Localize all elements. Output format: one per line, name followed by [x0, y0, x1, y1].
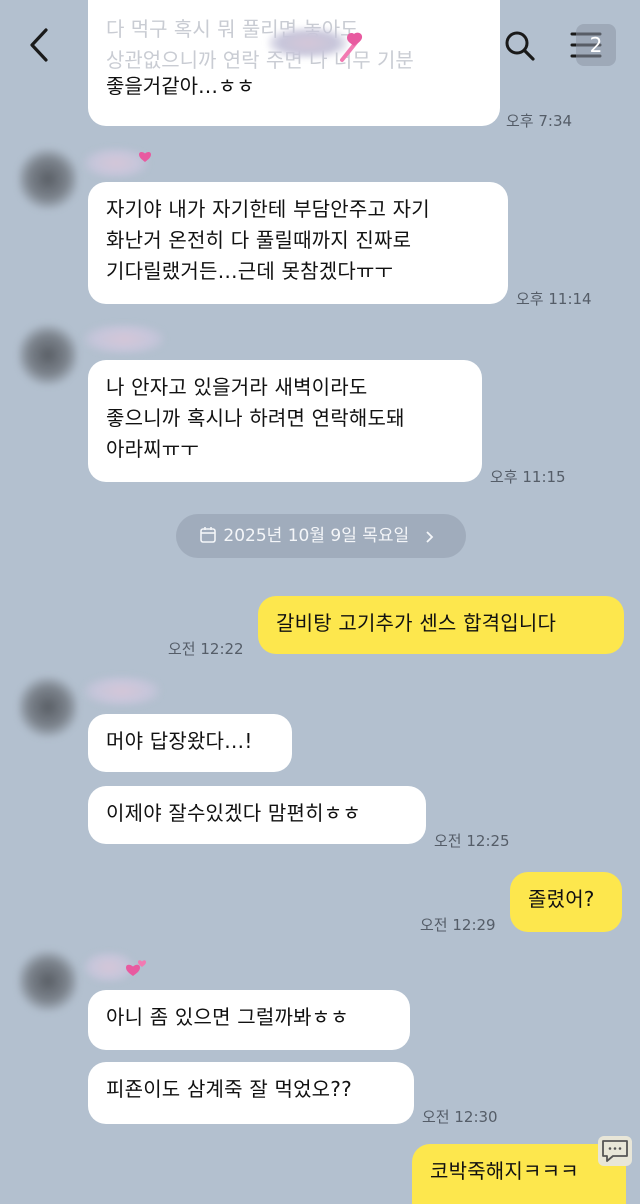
message-bubble-received: 머야 답장왔다…!: [88, 714, 292, 772]
message-bubble-sent: 졸렸어?: [510, 872, 622, 932]
message-time: 오전 12:22: [168, 640, 244, 658]
message-bubble-received: 나 안자고 있을거라 새벽이라도 좋으니까 혹시나 하려면 연락해도돼 아라찌ㅠ…: [88, 360, 482, 482]
message-line: 갈비탕 고기추가 센스 합격입니다: [276, 611, 557, 635]
avatar[interactable]: [18, 324, 78, 386]
chevron-right-icon: [425, 531, 433, 543]
message-bubble-received: 피죤이도 삼계죽 잘 먹었오??: [88, 1062, 414, 1124]
message-line: 코박죽해지ㅋㅋㅋ: [430, 1159, 579, 1183]
message-line: 좋으니까 혹시나 하려면 연락해도돼: [106, 406, 405, 430]
heart-emoji-icon: [126, 960, 146, 976]
message-bubble-received: 이제야 잘수있겠다 맘편히ㅎㅎ: [88, 786, 426, 844]
heart-emoji-icon: [139, 152, 151, 162]
search-icon: [505, 31, 535, 61]
message-time: 오전 12:25: [434, 832, 510, 850]
message-time: 오전 12:29: [420, 916, 496, 934]
message-bubble-sent: 코박죽해지ㅋㅋㅋ: [412, 1144, 626, 1204]
date-divider-label: 2025년 10월 9일 목요일: [223, 526, 410, 546]
message-bubble-received: 다 먹구 혹시 뭐 풀리면 놓아도 상관없으니까 연락 주면 나 너무 기분 좋…: [88, 0, 500, 126]
blurred-sender-name: [84, 324, 164, 354]
avatar[interactable]: [18, 676, 78, 738]
message-time: 오전 12:30: [422, 1108, 498, 1126]
message-line: 기다릴랬거든…근데 못참겠다ㅠㅜ: [106, 259, 394, 283]
heart-emoji-icon: [340, 32, 363, 62]
menu-count-badge: 2: [576, 24, 616, 66]
message-line: 나 안자고 있을거라 새벽이라도: [106, 375, 368, 399]
message-line: 머야 답장왔다…!: [106, 729, 253, 753]
message-line: 피죤이도 삼계죽 잘 먹었오??: [106, 1077, 352, 1101]
message-time: 오후 11:14: [516, 290, 592, 308]
back-button[interactable]: [20, 20, 60, 70]
avatar[interactable]: [18, 950, 78, 1012]
back-arrow-icon: [30, 28, 48, 62]
message-bubble-sent: 갈비탕 고기추가 센스 합격입니다: [258, 596, 624, 654]
message-bubble-received: 자기야 내가 자기한테 부담안주고 자기 화난거 온전히 다 풀릴때까지 진짜로…: [88, 182, 508, 304]
blurred-sender-name: [84, 676, 160, 706]
date-divider[interactable]: 2025년 10월 9일 목요일: [176, 514, 466, 558]
chat-bubble-icon: [602, 1140, 628, 1162]
message-time: 오후 11:15: [490, 468, 566, 486]
message-line: 졸렸어?: [528, 887, 595, 911]
search-button[interactable]: [498, 24, 542, 68]
avatar[interactable]: [18, 148, 78, 210]
message-bubble-received: 아니 좀 있으면 그럴까봐ㅎㅎ: [88, 990, 410, 1050]
chat-bubble-button[interactable]: [598, 1136, 632, 1166]
message-line: 아니 좀 있으면 그럴까봐ㅎㅎ: [106, 1005, 349, 1029]
message-line: 이제야 잘수있겠다 맘편히ㅎㅎ: [106, 801, 361, 825]
message-line: 화난거 온전히 다 풀릴때까지 진짜로: [106, 228, 412, 252]
message-time: 오후 7:34: [506, 112, 573, 130]
message-line: 아라찌ㅠㅜ: [106, 437, 199, 461]
calendar-icon: [200, 527, 217, 543]
message-line: 자기야 내가 자기한테 부담안주고 자기: [106, 197, 430, 221]
